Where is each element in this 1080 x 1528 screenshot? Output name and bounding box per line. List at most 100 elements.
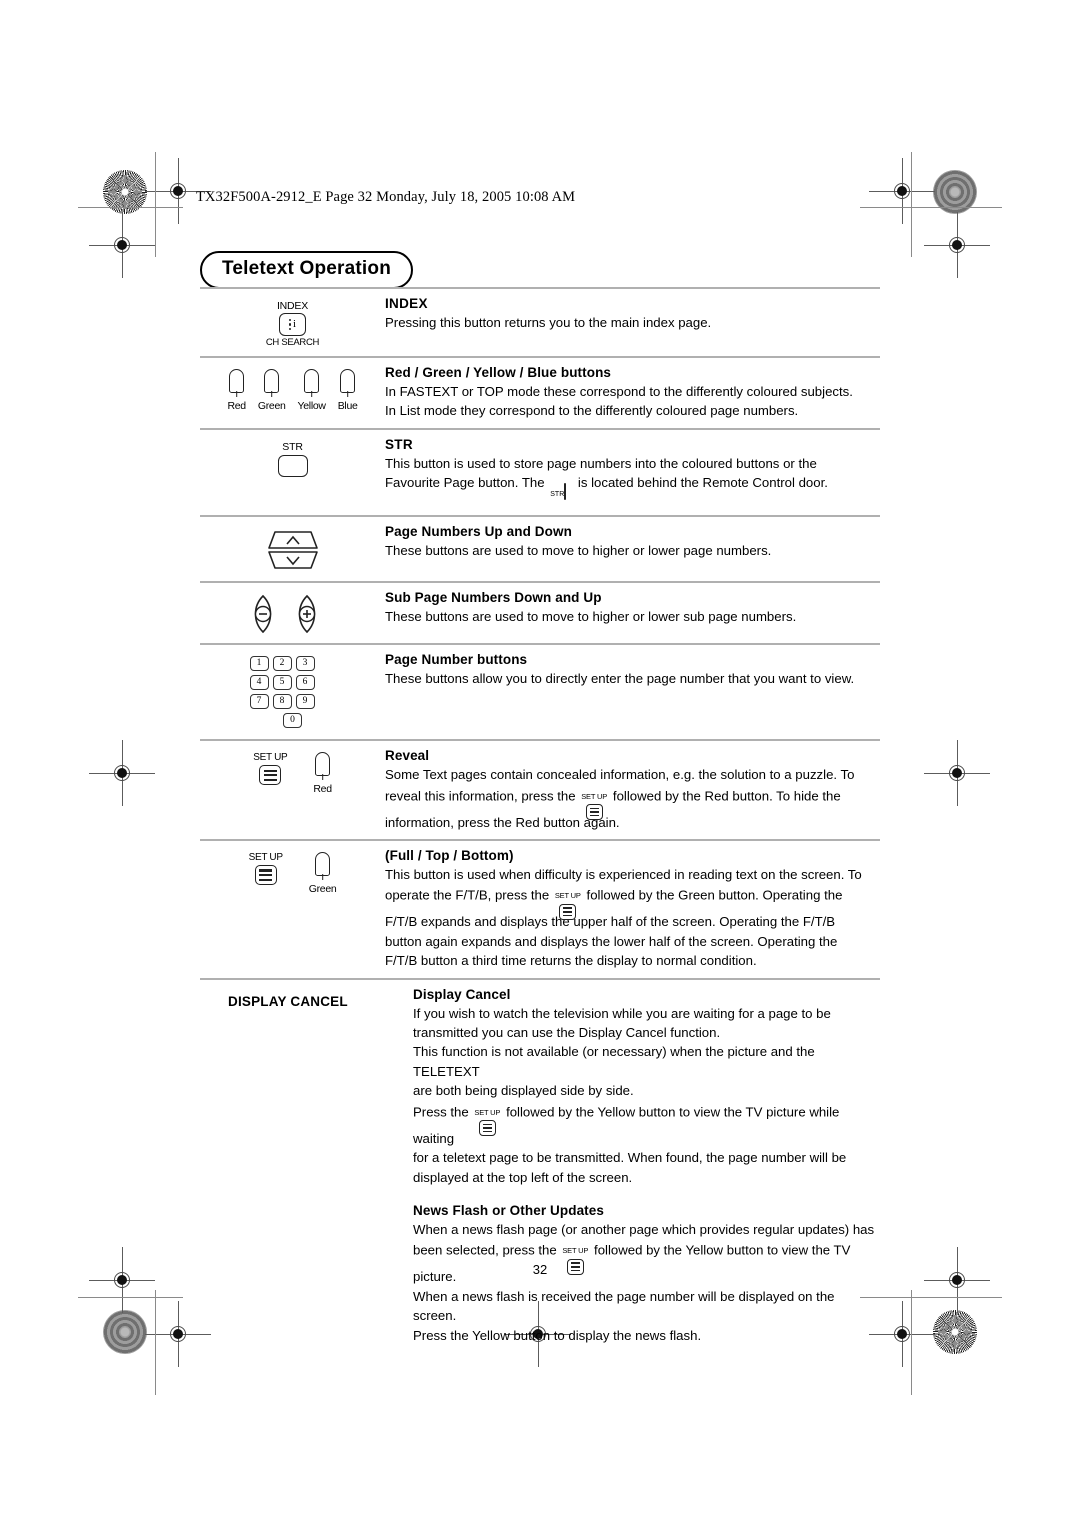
page-up-down-rocker-icon: [267, 531, 318, 570]
index-button-top-label: INDEX: [276, 300, 309, 312]
paragraph-reveal-2: reveal this information, press the SET U…: [385, 785, 880, 821]
trim-line-top-right-horizontal: [860, 207, 1002, 209]
icon-cell-index: INDEX i CH SEARCH: [200, 296, 385, 349]
colour-button-label-blue: Blue: [337, 400, 358, 412]
keypad-key-8: 8: [272, 694, 292, 710]
keypad-row-1: 1 2 3: [249, 656, 336, 672]
index-button-icon: i: [278, 313, 306, 336]
green-button-cap-icon: [264, 369, 280, 393]
keypad-key-3: 3: [295, 656, 315, 672]
setup-mini-icon-dc: SET UP: [474, 1101, 500, 1137]
text-cell-sub-page: Sub Page Numbers Down and Up These butto…: [385, 590, 880, 636]
halftone-registration-mark-bottom-left: [103, 1310, 147, 1354]
keypad-key-1: 1: [249, 656, 269, 672]
paragraph-ftb-5: F/T/B button a third time returns the di…: [385, 953, 757, 969]
heading-page-up-down: Page Numbers Up and Down: [385, 524, 572, 540]
paragraph-str-2: Favourite Page button. The STR is locate…: [385, 473, 880, 508]
paragraph-dc-4: are both being displayed side by side.: [413, 1083, 634, 1099]
keypad-row-2: 4 5 6: [249, 675, 336, 691]
colour-button-green-ftb: Green: [309, 852, 337, 895]
paragraph-dc-5: Press the SET UP followed by the Yellow …: [413, 1101, 880, 1148]
setup-mini-icon-reveal: SET UP: [581, 785, 608, 821]
registration-target-bottom-left: [145, 1301, 211, 1367]
paragraph-nf-4: Press the Yellow button to display the n…: [413, 1327, 702, 1343]
heading-str: STR: [385, 436, 413, 452]
setup-mini-icon-ftb: SET UP: [554, 884, 581, 920]
paragraph-ftb-1: This button is used when difficulty is e…: [385, 867, 862, 883]
paragraph-reveal-1: Some Text pages contain concealed inform…: [385, 767, 855, 783]
section-row-page-up-down: Page Numbers Up and Down These buttons a…: [200, 515, 880, 581]
icon-cell-full-top-bottom: SET UP Green: [200, 848, 385, 971]
colour-button-label-green: Green: [257, 400, 286, 412]
numeric-keypad-icon: 1 2 3 4 5 6 7 8 9 0: [249, 656, 336, 732]
red-button-cap-icon-reveal: [315, 752, 331, 777]
setup-button-label-reveal: SET UP: [253, 752, 288, 764]
heading-full-top-bottom: (Full / Top / Bottom): [385, 848, 514, 864]
colour-button-yellow: Yellow: [298, 369, 326, 421]
paragraph-ftb-4: button again expands and displays the lo…: [385, 933, 838, 949]
paragraph-page-up-down-1: These buttons are used to move to higher…: [385, 543, 772, 559]
registration-target-upper-right: [924, 212, 990, 278]
paragraph-ftb-3: F/T/B expands and displays the upper hal…: [385, 914, 836, 930]
keypad-key-4: 4: [249, 675, 269, 691]
paragraph-sub-page-1: These buttons are used to move to higher…: [385, 609, 797, 625]
setup-mini-icon-label-nf: SET UP: [562, 1246, 589, 1256]
paragraph-ftb-2-before: operate the F/T/B, press the: [385, 888, 550, 904]
colour-button-label-red-reveal: Red: [313, 783, 332, 796]
paragraph-ftb-2: operate the F/T/B, press the SET UP foll…: [385, 884, 880, 920]
green-button-cap-icon-ftb: [315, 852, 331, 877]
text-cell-display-cancel: Display Cancel If you wish to watch the …: [413, 987, 880, 1345]
colour-button-red-reveal: Red: [313, 752, 332, 796]
registration-target-top-right: [869, 158, 935, 224]
paragraph-reveal-3: information, press the Red button again.: [385, 814, 620, 830]
paragraph-colour-buttons-2: In List mode they correspond to the diff…: [385, 403, 799, 419]
keypad-row-4: 0: [250, 713, 336, 729]
heading-display-cancel: Display Cancel: [413, 986, 511, 1002]
index-button-glyph: i: [293, 318, 297, 330]
paragraph-dc-2: transmitted you can use the Display Canc…: [413, 1025, 721, 1041]
paragraph-str-2-after: is located behind the Remote Control doo…: [577, 475, 828, 491]
heading-page-number-buttons: Page Number buttons: [385, 652, 528, 668]
index-button-bottom-label: CH SEARCH: [265, 337, 320, 348]
paragraph-nf-1: When a news flash page (or another page …: [413, 1221, 875, 1237]
section-row-colour-buttons: Red Green Yellow Blue Red / Green / Yell…: [200, 356, 880, 428]
trim-line-bottom-horizontal-left: [78, 1297, 183, 1299]
colour-button-blue: Blue: [338, 369, 358, 421]
yellow-button-cap-icon: [304, 369, 320, 393]
section-row-str: STR STR This button is used to store pag…: [200, 427, 880, 515]
red-button-cap-icon: [229, 369, 245, 393]
paragraph-dc-3: This function is not available (or neces…: [413, 1044, 815, 1079]
trim-line-bottom-vertical-right: [911, 1290, 913, 1395]
heading-sub-page: Sub Page Numbers Down and Up: [385, 590, 602, 606]
registration-target-middle-left: [89, 740, 155, 806]
icon-cell-colour-buttons: Red Green Yellow Blue: [200, 365, 385, 421]
section-row-display-cancel: DISPLAY CANCEL Display Cancel If you wis…: [200, 977, 880, 1352]
setup-button-icon-reveal: SET UP: [253, 752, 288, 786]
setup-mini-icon-label-ftb: SET UP: [554, 891, 581, 901]
text-cell-page-number-buttons: Page Number buttons These buttons allow …: [385, 652, 880, 732]
section-row-full-top-bottom: SET UP Green (Full / Top / Bottom) This …: [200, 839, 880, 978]
paragraph-dc-7: displayed at the top left of the screen.: [413, 1169, 633, 1185]
icon-cell-page-up-down: [200, 524, 385, 574]
teletext-operation-table: INDEX i CH SEARCH INDEX Pressing this bu…: [200, 287, 880, 1352]
section-row-reveal: SET UP Red Reveal Some Text pages contai…: [200, 739, 880, 839]
registration-target-upper-left: [89, 212, 155, 278]
heading-news-flash: News Flash or Other Updates: [413, 1202, 604, 1218]
keypad-key-2: 2: [272, 656, 292, 672]
paragraph-dc-1: If you wish to watch the television whil…: [413, 1005, 831, 1021]
trim-line-top-vertical-right: [911, 152, 913, 257]
heading-index: INDEX: [385, 296, 428, 311]
paragraph-dc-5-before: Press the: [413, 1104, 469, 1120]
text-cell-full-top-bottom: (Full / Top / Bottom) This button is use…: [385, 848, 880, 971]
trim-line-top-horizontal: [78, 207, 183, 209]
icon-cell-str: STR: [200, 437, 385, 508]
starburst-registration-mark-bottom-right: [933, 1310, 977, 1354]
section-row-index: INDEX i CH SEARCH INDEX Pressing this bu…: [200, 287, 880, 356]
registration-target-middle-right: [924, 740, 990, 806]
registration-target-top-left: [145, 158, 211, 224]
paragraph-dc-6: for a teletext page to be transmitted. W…: [413, 1150, 847, 1166]
setup-mini-icon-label-reveal: SET UP: [581, 791, 608, 801]
heading-reveal: Reveal: [385, 748, 430, 764]
section-row-page-number-buttons: 1 2 3 4 5 6 7 8 9 0 Page Number buttons …: [200, 643, 880, 739]
keypad-key-9: 9: [295, 694, 315, 710]
